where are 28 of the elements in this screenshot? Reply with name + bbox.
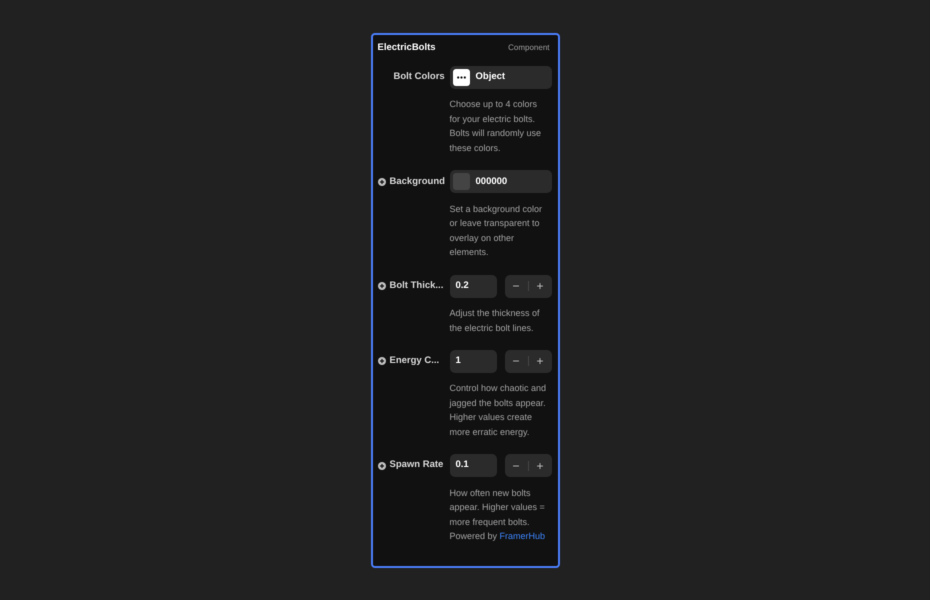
number-field[interactable]: 1 [450,350,496,373]
increment-button[interactable]: + [528,454,552,478]
object-button[interactable]: Object [450,66,552,89]
decrement-button[interactable]: − [504,454,528,478]
color-swatch[interactable] [452,173,470,190]
description-text: How often new bolts appear. Higher values = more frequent bolts. [450,486,546,529]
increment-button[interactable]: + [528,350,552,373]
property-label: Bolt Thick... [390,278,444,293]
color-value: 000000 [476,174,508,188]
decrement-button[interactable]: − [504,350,528,373]
property-label: Spawn Rate [390,458,444,472]
property-label: Background [390,174,445,188]
description-text: Control how chaotic and jagged the bolts appear. Higher values create more erratic energy. [450,382,548,439]
credit-text: Powered by [450,531,498,542]
color-field[interactable]: 000000 [450,170,552,194]
description-text: Set a background color or leave transparent to overlay on other elements. [450,202,544,260]
more-icon [456,76,466,79]
description-text: Adjust the thickness of the electric bolt lines. [450,307,541,335]
property-label: Energy C... [390,354,440,368]
component-label: Component [508,42,550,54]
number-field[interactable]: 0.2 [450,274,496,298]
increment-button[interactable]: + [528,274,552,298]
number-field[interactable]: 0.1 [450,454,496,478]
property-label: Bolt Colors [394,70,445,84]
description-text: Choose up to 4 colors for your electric bolts. Bolts will randomly use these colors. [450,98,542,156]
decrement-button[interactable]: − [504,274,528,298]
panel-title: ElectricBolts [378,41,436,55]
framerhub-link[interactable]: FramerHub [500,531,546,542]
